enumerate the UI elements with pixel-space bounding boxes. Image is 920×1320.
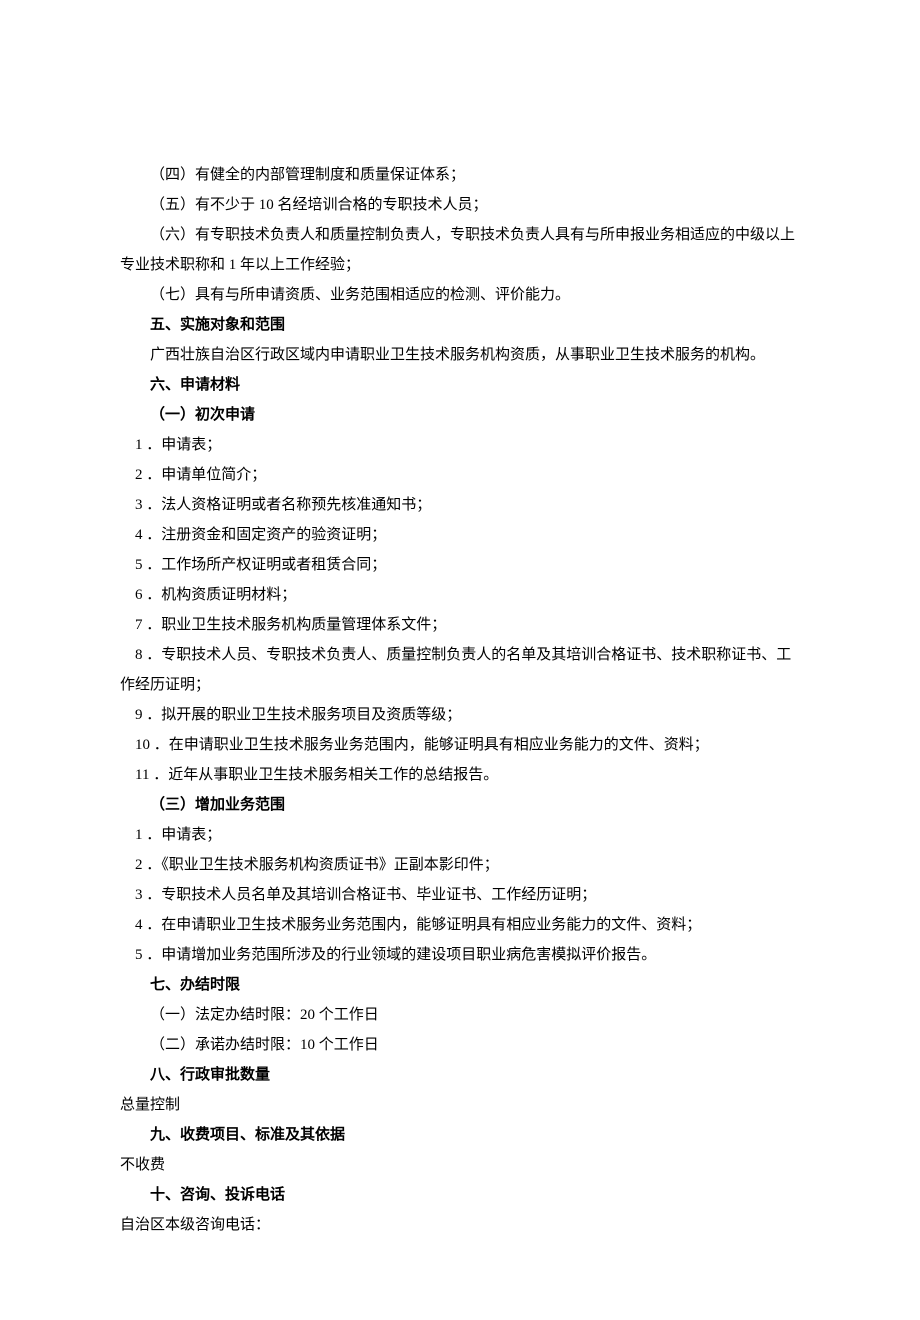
list-item: 3 ．法人资格证明或者名称预先核准通知书； xyxy=(120,490,800,520)
paragraph: 自治区本级咨询电话： xyxy=(120,1210,800,1240)
list-item: 2 ．《职业卫生技术服务机构资质证书》正副本影印件； xyxy=(120,850,800,880)
paragraph: （五）有不少于 10 名经培训合格的专职技术人员； xyxy=(120,190,800,220)
paragraph: （二）承诺办结时限：10 个工作日 xyxy=(120,1030,800,1060)
paragraph: （一）法定办结时限：20 个工作日 xyxy=(120,1000,800,1030)
list-item: 10 ．在申请职业卫生技术服务业务范围内，能够证明具有相应业务能力的文件、资料； xyxy=(120,730,800,760)
list-item: 4 ．注册资金和固定资产的验资证明； xyxy=(120,520,800,550)
paragraph: 不收费 xyxy=(120,1150,800,1180)
list-item: 3 ．专职技术人员名单及其培训合格证书、毕业证书、工作经历证明； xyxy=(120,880,800,910)
paragraph: （四）有健全的内部管理制度和质量保证体系； xyxy=(120,160,800,190)
list-item: 5 ．工作场所产权证明或者租赁合同； xyxy=(120,550,800,580)
paragraph: （七）具有与所申请资质、业务范围相适应的检测、评价能力。 xyxy=(120,280,800,310)
list-item: 11 ．近年从事职业卫生技术服务相关工作的总结报告。 xyxy=(120,760,800,790)
paragraph: 广西壮族自治区行政区域内申请职业卫生技术服务机构资质，从事职业卫生技术服务的机构… xyxy=(120,340,800,370)
list-item: 6 ．机构资质证明材料； xyxy=(120,580,800,610)
list-item: 1 ．申请表； xyxy=(120,430,800,460)
section-heading: 十、咨询、投诉电话 xyxy=(120,1180,800,1210)
document-body: （四）有健全的内部管理制度和质量保证体系； （五）有不少于 10 名经培训合格的… xyxy=(120,160,800,1240)
section-heading: 六、申请材料 xyxy=(120,370,800,400)
paragraph: 总量控制 xyxy=(120,1090,800,1120)
list-item: 7 ．职业卫生技术服务机构质量管理体系文件； xyxy=(120,610,800,640)
list-item: 2 ．申请单位简介； xyxy=(120,460,800,490)
subsection-heading: （一）初次申请 xyxy=(120,400,800,430)
section-heading: 七、办结时限 xyxy=(120,970,800,1000)
section-heading: 九、收费项目、标准及其依据 xyxy=(120,1120,800,1150)
list-item: 1 ．申请表； xyxy=(120,820,800,850)
subsection-heading: （三）增加业务范围 xyxy=(120,790,800,820)
paragraph: （六）有专职技术负责人和质量控制负责人，专职技术负责人具有与所申报业务相适应的中… xyxy=(120,220,800,280)
list-item: 4 ．在申请职业卫生技术服务业务范围内，能够证明具有相应业务能力的文件、资料； xyxy=(120,910,800,940)
section-heading: 八、行政审批数量 xyxy=(120,1060,800,1090)
section-heading: 五、实施对象和范围 xyxy=(120,310,800,340)
list-item: 8 ．专职技术人员、专职技术负责人、质量控制负责人的名单及其培训合格证书、技术职… xyxy=(120,640,800,700)
list-item: 5 ．申请增加业务范围所涉及的行业领域的建设项目职业病危害模拟评价报告。 xyxy=(120,940,800,970)
list-item: 9 ．拟开展的职业卫生技术服务项目及资质等级； xyxy=(120,700,800,730)
